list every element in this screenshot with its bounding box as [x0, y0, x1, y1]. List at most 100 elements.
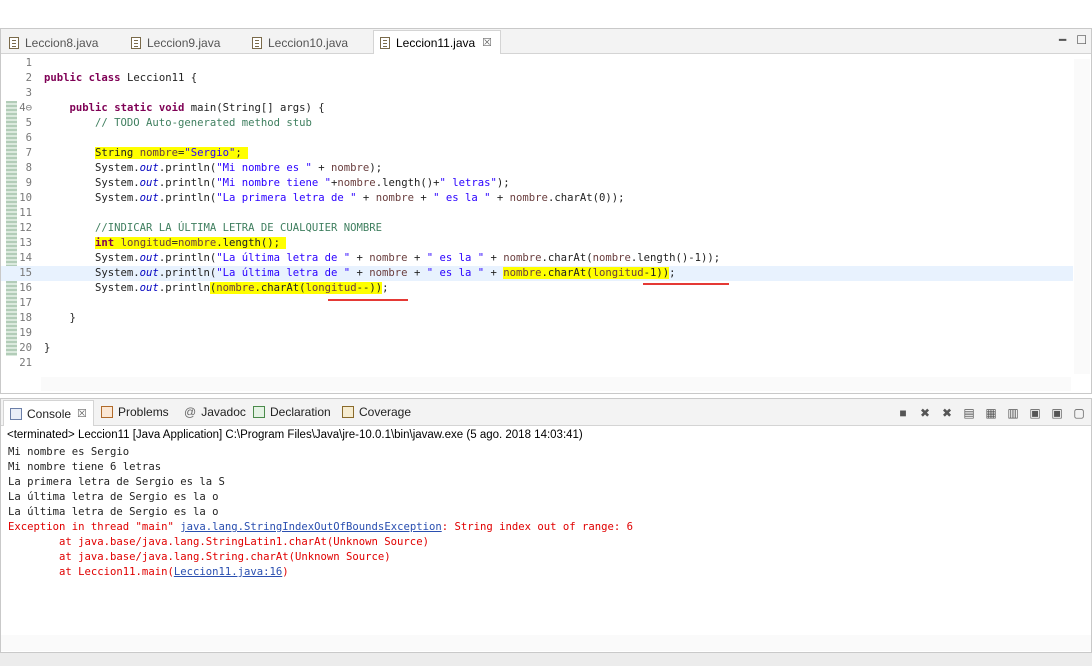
stack-trace-line: at java.base/java.lang.StringLatin1.char… [8, 536, 429, 548]
code-line[interactable]: 15 System.out.println("La última letra d… [1, 266, 1073, 281]
terminate-icon[interactable]: ■ [895, 405, 911, 421]
horizontal-scrollbar[interactable] [41, 377, 1071, 391]
tab-label: Console [27, 406, 72, 421]
tab-label: Leccion11.java [396, 35, 476, 50]
output-line: Mi nombre es Sergio [8, 446, 130, 458]
exception-type-link[interactable]: java.lang.StringIndexOutOfBoundsExceptio… [180, 521, 442, 533]
code-line[interactable]: 12 //INDICAR LA ÚLTIMA LETRA DE CUALQUIE… [1, 221, 1073, 236]
code-text: System.out.println("La última letra de "… [44, 267, 676, 279]
exception-prefix: Exception in thread "main" [8, 521, 181, 533]
close-tab-icon[interactable]: ☒ [77, 407, 87, 420]
code-line[interactable]: 2 public class Leccion11 { [1, 71, 1073, 86]
tab-label: Problems [118, 405, 169, 419]
java-editor: Leccion8.java Leccion9.java Leccion10.ja… [0, 28, 1092, 394]
remove-all-icon[interactable]: ✖ [939, 405, 955, 421]
code-line[interactable]: 13 int longitud=nombre.length(); [1, 236, 1073, 251]
line-number: 3 [25, 87, 32, 99]
close-tab-icon[interactable]: ☒ [482, 36, 492, 49]
code-text: String nombre="Sergio"; [95, 147, 249, 159]
code-line[interactable]: 20} [1, 341, 1073, 356]
line-number: 5 [25, 117, 32, 129]
line-number: 18 [19, 312, 32, 324]
code-line[interactable]: 14 System.out.println("La última letra d… [1, 251, 1073, 266]
line-number: 16 [19, 282, 32, 294]
code-line[interactable]: 3 [1, 86, 1073, 101]
tab-leccion10[interactable]: Leccion10.java [252, 32, 348, 54]
tab-label: Leccion8.java [25, 36, 99, 50]
code-line[interactable]: 17 [1, 296, 1073, 311]
code-text: //INDICAR LA ÚLTIMA LETRA DE CUALQUIER N… [95, 222, 383, 234]
console-view: Console ☒ Problems @ Javadoc Declaration… [0, 398, 1092, 653]
output-line: Mi nombre tiene 6 letras [8, 461, 162, 473]
line-number: 21 [19, 357, 32, 369]
clear-console-icon[interactable]: ▤ [961, 405, 977, 421]
code-line[interactable]: 6 [1, 131, 1073, 146]
code-area[interactable]: 1 2 public class Leccion11 {3 4⊖ public sta… [1, 56, 1073, 378]
tab-leccion9[interactable]: Leccion9.java [131, 32, 220, 54]
code-line[interactable]: 19 [1, 326, 1073, 341]
code-line[interactable]: 11 [1, 206, 1073, 221]
code-line[interactable]: 1 [1, 56, 1073, 71]
tab-console[interactable]: Console ☒ [3, 400, 94, 426]
error-underline [643, 283, 729, 285]
line-number: 17 [19, 297, 32, 309]
line-number: 11 [19, 207, 32, 219]
show-stderr-icon[interactable]: ▣ [1049, 405, 1065, 421]
line-number: 12 [19, 222, 32, 234]
pin-console-icon[interactable]: ▢ [1071, 405, 1087, 421]
line-number: 19 [19, 327, 32, 339]
stack-suffix: ) [282, 566, 289, 578]
source-link[interactable]: Leccion11.java:16 [174, 566, 282, 578]
status-bar [0, 653, 1092, 666]
view-tab-bar: Console ☒ Problems @ Javadoc Declaration… [1, 399, 1091, 426]
remove-launch-icon[interactable]: ✖ [917, 405, 933, 421]
code-text: System.out.println(nombre.charAt(longitu… [44, 282, 389, 294]
stack-trace-line: at java.base/java.lang.String.charAt(Unk… [8, 551, 391, 563]
coverage-icon [342, 406, 354, 418]
word-wrap-icon[interactable]: ▥ [1005, 405, 1021, 421]
maximize-icon[interactable]: ☐ [1076, 33, 1087, 47]
code-text: // TODO Auto-generated method stub [95, 117, 312, 129]
line-number: 6 [25, 132, 32, 144]
console-icon [10, 407, 22, 420]
code-line[interactable]: 7 String nombre="Sergio"; [1, 146, 1073, 161]
code-line[interactable]: 9 System.out.println("Mi nombre tiene "+… [1, 176, 1073, 191]
tab-problems[interactable]: Problems [101, 405, 169, 419]
vertical-scrollbar[interactable] [1074, 59, 1090, 374]
code-text: System.out.println("La última letra de "… [44, 252, 721, 264]
line-number: 10 [19, 192, 32, 204]
java-file-icon [9, 37, 19, 49]
java-file-icon [131, 37, 141, 49]
tab-javadoc[interactable]: @ Javadoc [184, 405, 246, 419]
code-line[interactable]: 8 System.out.println("Mi nombre es " + n… [1, 161, 1073, 176]
tab-leccion11[interactable]: Leccion11.java ☒ [373, 30, 502, 54]
editor-tab-bar: Leccion8.java Leccion9.java Leccion10.ja… [1, 29, 1091, 54]
java-file-icon [252, 37, 262, 49]
tab-declaration[interactable]: Declaration [253, 405, 331, 419]
code-text: int longitud=nombre.length(); [95, 237, 287, 249]
code-line[interactable]: 21 [1, 356, 1073, 371]
tab-coverage[interactable]: Coverage [342, 405, 411, 419]
line-number: 7 [25, 147, 32, 159]
output-line: La última letra de Sergio es la o [8, 491, 219, 503]
code-text: } [44, 342, 51, 354]
minimize-icon[interactable]: ━ [1059, 33, 1066, 47]
scroll-lock-icon[interactable]: ▦ [983, 405, 999, 421]
code-line[interactable]: 16 System.out.println(nombre.charAt(long… [1, 281, 1073, 296]
editor-window-controls: ━ ☐ [1059, 33, 1087, 47]
show-stdout-icon[interactable]: ▣ [1027, 405, 1043, 421]
line-number: 1 [25, 57, 32, 69]
line-number: 20 [19, 342, 32, 354]
problems-icon [101, 406, 113, 418]
console-horizontal-scrollbar[interactable] [1, 635, 1091, 651]
exception-line: Exception in thread "main" java.lang.Str… [8, 520, 633, 535]
code-line[interactable]: 5 // TODO Auto-generated method stub [1, 116, 1073, 131]
code-text: System.out.println("Mi nombre tiene "+no… [44, 177, 510, 189]
console-toolbar: ■ ✖ ✖ ▤ ▦ ▥ ▣ ▣ ▢ [895, 405, 1087, 421]
tab-leccion8[interactable]: Leccion8.java [9, 32, 98, 54]
line-number: 13 [19, 237, 32, 249]
code-line[interactable]: 18 } [1, 311, 1073, 326]
output-line: La última letra de Sergio es la o [8, 506, 219, 518]
code-line[interactable]: 10 System.out.println("La primera letra … [1, 191, 1073, 206]
code-line[interactable]: 4⊖ public static void main(String[] args… [1, 101, 1073, 116]
